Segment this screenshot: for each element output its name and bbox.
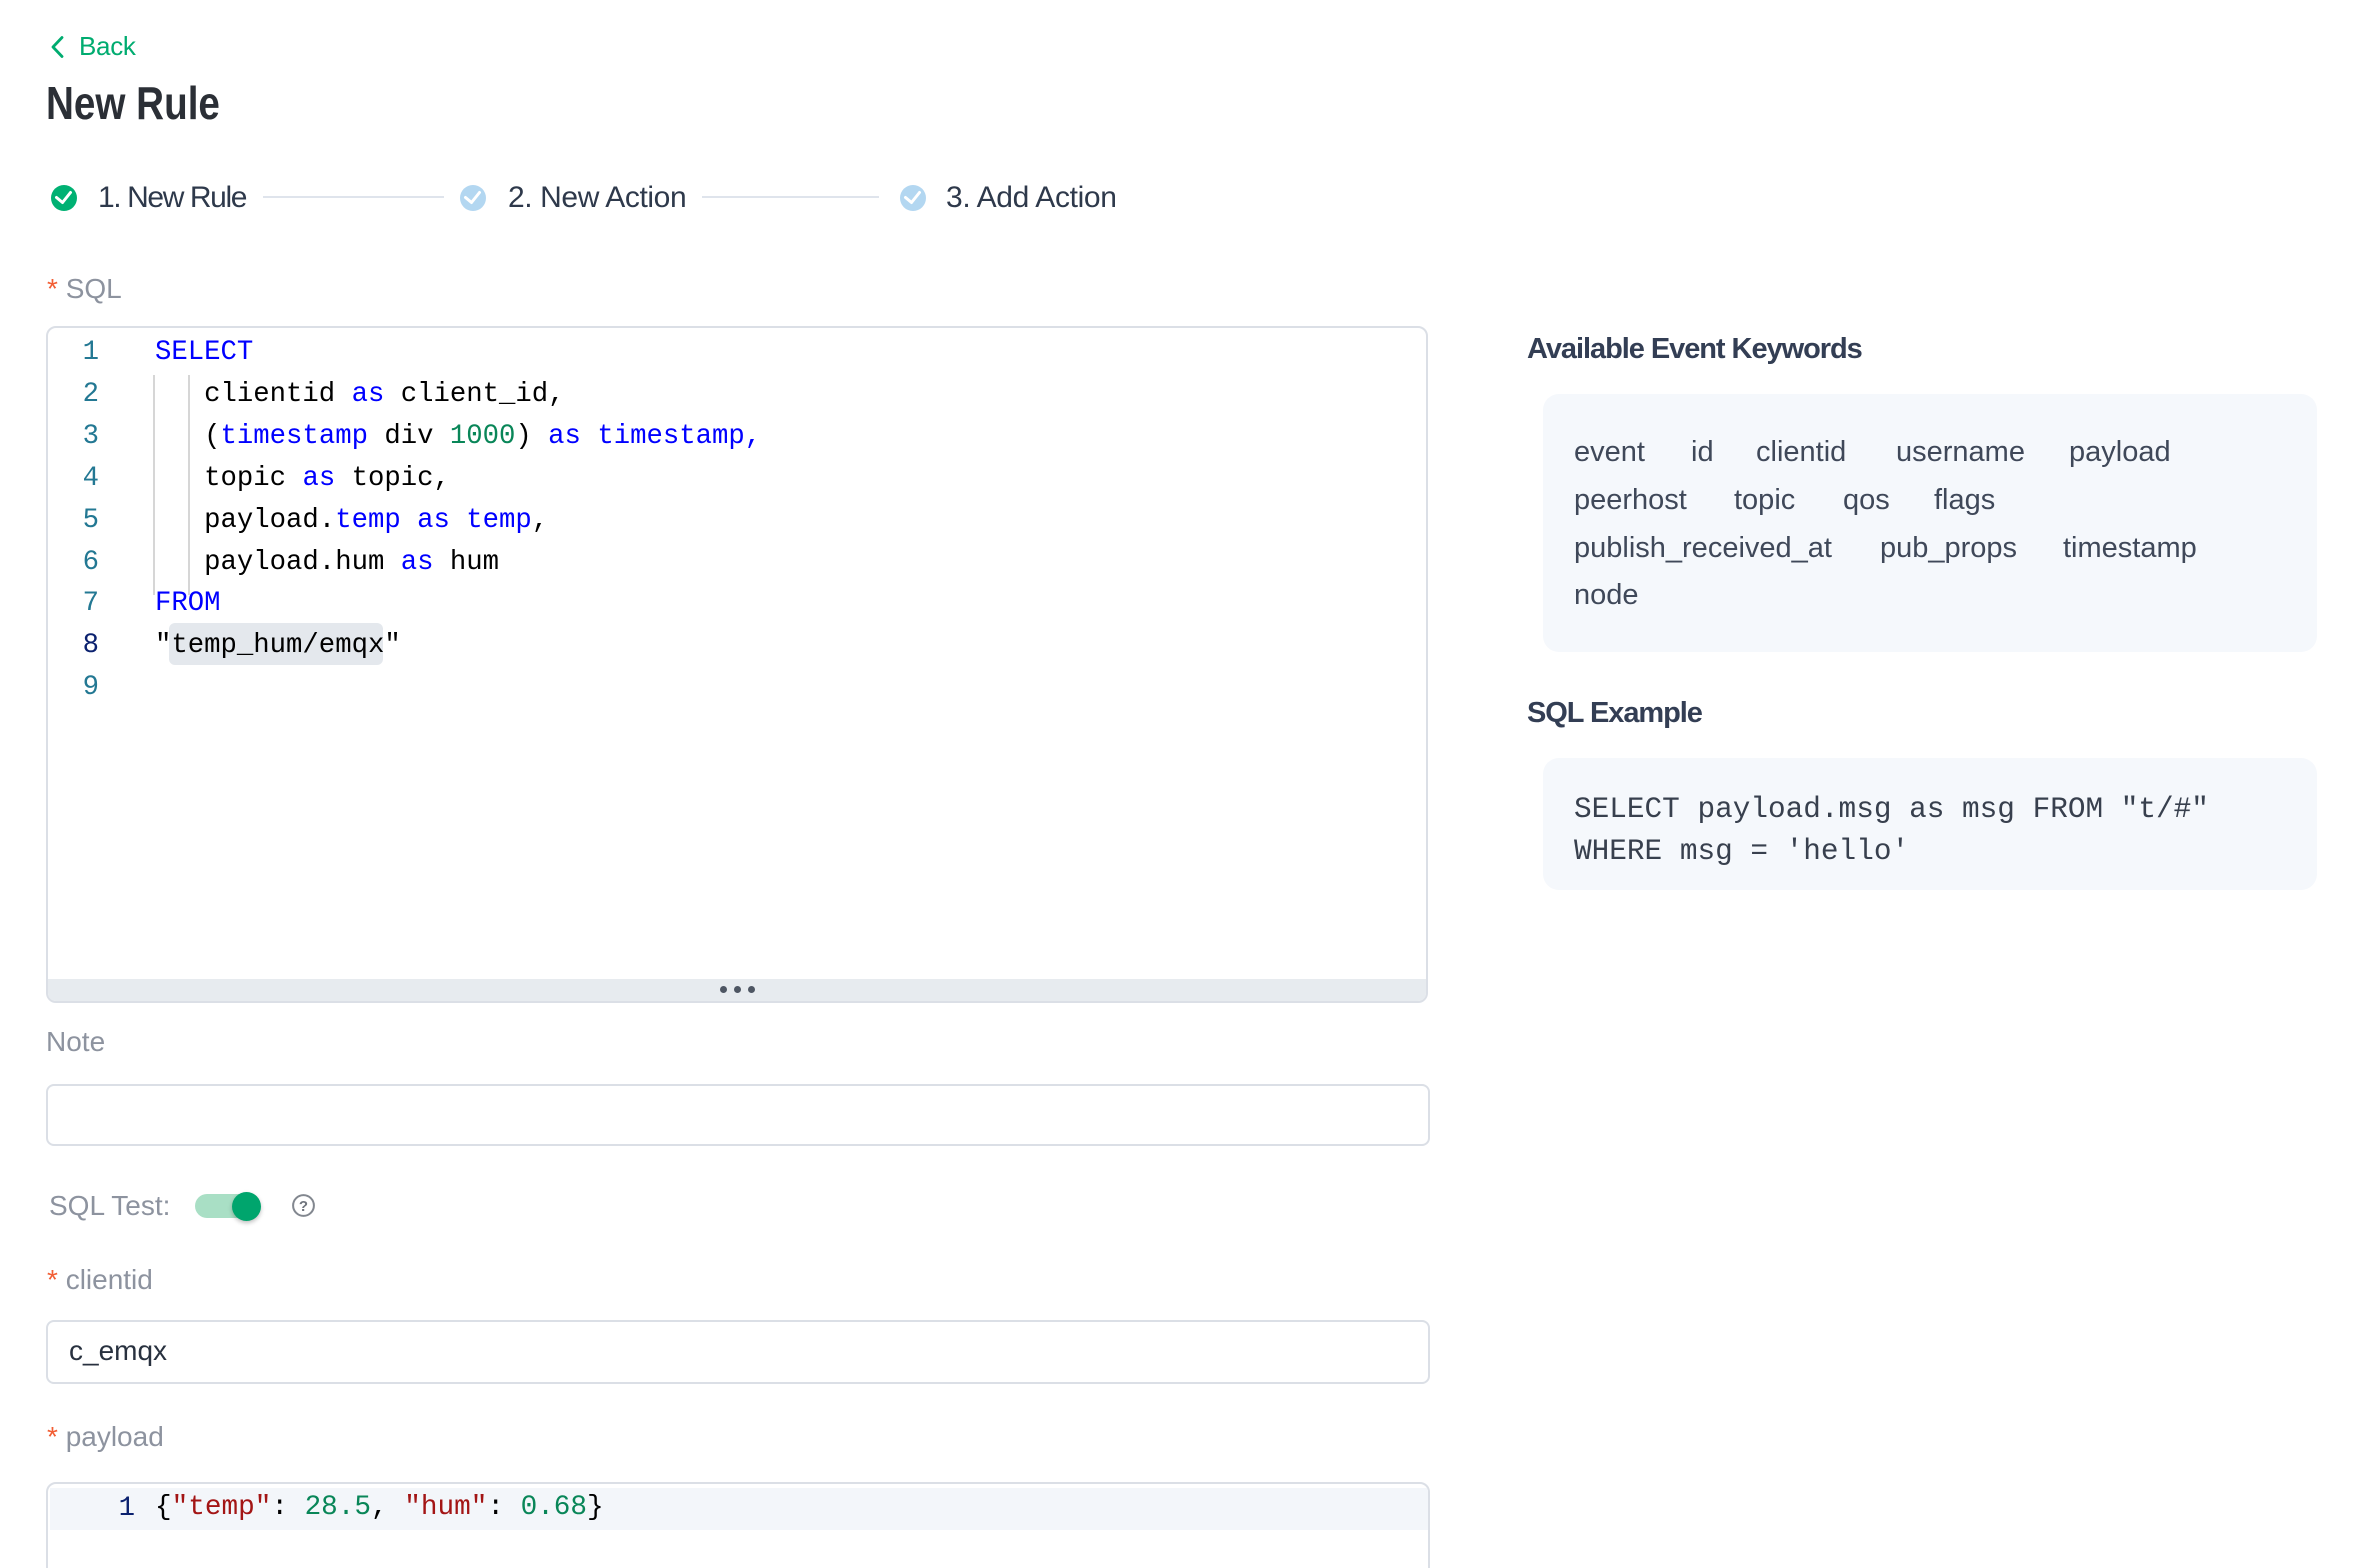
- svg-text:?: ?: [299, 1197, 308, 1214]
